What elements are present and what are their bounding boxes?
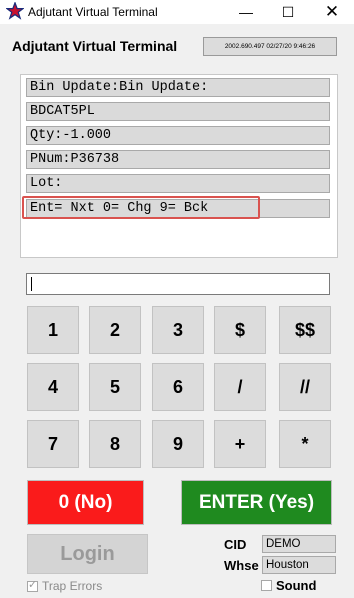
window-titlebar: Adjutant Virtual Terminal — ☐ ✕: [0, 0, 354, 24]
key-double-dollar[interactable]: $$: [279, 306, 331, 354]
whse-field[interactable]: Houston: [262, 556, 336, 574]
key-8[interactable]: 8: [89, 420, 141, 468]
version-datetime-box: 2002.690.497 02/27/20 9:46:26: [203, 37, 337, 56]
app-title: Adjutant Virtual Terminal: [12, 38, 178, 54]
key-6[interactable]: 6: [152, 363, 204, 411]
key-5[interactable]: 5: [89, 363, 141, 411]
key-3[interactable]: 3: [152, 306, 204, 354]
sound-label: Sound: [276, 578, 317, 593]
minimize-button[interactable]: —: [226, 0, 266, 24]
key-2[interactable]: 2: [89, 306, 141, 354]
key-1[interactable]: 1: [27, 306, 79, 354]
sound-checkbox[interactable]: Sound: [261, 578, 316, 593]
close-button[interactable]: ✕: [312, 0, 352, 24]
screen-line: Qty:-1.000: [26, 126, 330, 145]
terminal-input[interactable]: [26, 273, 330, 295]
key-slash[interactable]: /: [214, 363, 266, 411]
key-asterisk[interactable]: *: [279, 420, 331, 468]
enter-yes-button[interactable]: ENTER (Yes): [181, 480, 332, 525]
screen-line: BDCAT5PL: [26, 102, 330, 121]
terminal-screen: Bin Update:Bin Update: BDCAT5PL Qty:-1.0…: [20, 74, 338, 295]
screen-line: Bin Update:Bin Update:: [26, 78, 330, 97]
screen-line: Lot:: [26, 174, 330, 193]
no-button[interactable]: 0 (No): [27, 480, 144, 525]
key-dollar[interactable]: $: [214, 306, 266, 354]
key-double-slash[interactable]: //: [279, 363, 331, 411]
screen-line: PNum:P36738: [26, 150, 330, 169]
checkbox-checked-icon: ✓: [27, 578, 38, 592]
key-plus[interactable]: +: [214, 420, 266, 468]
terminal-app: Adjutant Virtual Terminal 2002.690.497 0…: [0, 24, 354, 598]
instruction-highlight-box: [22, 196, 260, 219]
trap-errors-label: Trap Errors: [42, 579, 103, 593]
key-9[interactable]: 9: [152, 420, 204, 468]
cid-label: CID: [224, 537, 247, 552]
maximize-button[interactable]: ☐: [268, 0, 308, 24]
key-7[interactable]: 7: [27, 420, 79, 468]
login-button[interactable]: Login: [27, 534, 148, 574]
trap-errors-checkbox[interactable]: ✓ Trap Errors: [27, 579, 102, 593]
key-4[interactable]: 4: [27, 363, 79, 411]
cid-field[interactable]: DEMO: [262, 535, 336, 553]
star-icon: [6, 2, 24, 20]
checkbox-unchecked-icon: [261, 580, 272, 591]
whse-label: Whse: [224, 558, 259, 573]
text-caret: [31, 277, 32, 291]
window-title: Adjutant Virtual Terminal: [28, 5, 158, 19]
